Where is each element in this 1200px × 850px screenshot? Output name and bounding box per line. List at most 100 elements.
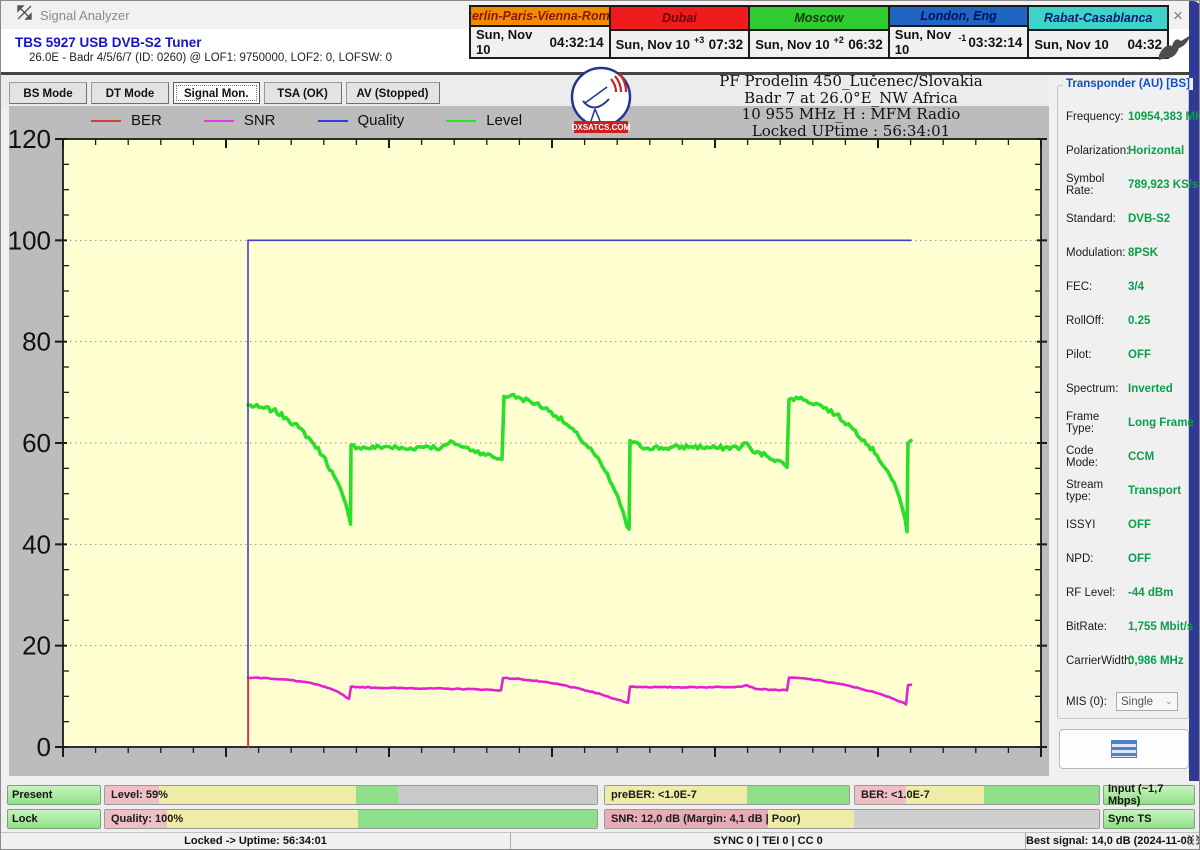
legend-label: Level: [486, 112, 523, 129]
field-label: ISSYI: [1066, 519, 1096, 531]
mis-label: MIS (0):: [1066, 695, 1107, 708]
field-label: Spectrum:: [1066, 383, 1119, 395]
field-label: FEC:: [1066, 281, 1093, 293]
button-av-stopped[interactable]: AV (Stopped): [345, 82, 440, 104]
resize-grip[interactable]: [1187, 834, 1199, 846]
field-value: OFF: [1128, 349, 1151, 361]
legend-label: SNR: [243, 112, 276, 129]
clock-time: 07:32: [708, 36, 744, 52]
button-signal-mon[interactable]: Signal Mon.: [173, 82, 260, 104]
bar-label: Quality: 100%: [111, 813, 184, 825]
button-tsa-ok[interactable]: TSA (OK): [263, 82, 342, 104]
signal-chart: 0 20 40 60 80 100 120: [9, 124, 1047, 762]
bar-label: SNR: 12,0 dB (Margin: 4,1 dB | Poor): [611, 813, 801, 825]
field-value: Inverted: [1128, 383, 1173, 395]
bar-segment: [854, 810, 1099, 828]
clock-date: Sun, Nov 10: [476, 27, 533, 57]
field-label: Stream type:: [1066, 479, 1104, 503]
transponder-field-pilot: Pilot: OFF: [1066, 342, 1182, 368]
chart-panel: 0 20 40 60 80 100 120 BER SNR Quality Level: [9, 106, 1049, 776]
button-bs-mode[interactable]: BS Mode: [9, 82, 87, 104]
transponder-group: Frequency: 10954,383 MHz Polarization:Hori…: [1057, 85, 1199, 719]
legend-swatch-quality: [317, 119, 348, 122]
transponder-field-rf-level: RF Level: -44 dBm: [1066, 580, 1182, 606]
field-value: 1,755 Mbit/s: [1128, 621, 1194, 633]
clock-dubai: Dubai Sun, Nov 10 +3 07:32: [608, 7, 749, 57]
clock-city-label: London, Eng: [889, 7, 1028, 27]
field-label: NPD:: [1066, 553, 1094, 565]
legend-swatch-level: [446, 119, 477, 122]
field-value: CCM: [1128, 451, 1155, 463]
eagle-logo: [1157, 33, 1193, 66]
field-value: 0.25: [1128, 315, 1151, 327]
clock-city-label: Rabat-Casablanca: [1029, 7, 1167, 31]
mis-dropdown[interactable]: Single ⌄: [1116, 692, 1178, 711]
clock-rabat-casablanca: Rabat-Casablanca Sun, Nov 10 04:32: [1027, 7, 1167, 57]
statusbar-sync-counters: SYNC 0 | TEI 0 | CC 0: [511, 833, 1026, 849]
transponder-field-carrierwidth: CarrierWidth: 0,986 MHz: [1066, 648, 1184, 674]
site-line-2: Badr 7 at 26.0°E_NW Africa: [744, 88, 958, 107]
field-value: OFF: [1128, 519, 1151, 531]
transponder-field-symbol-rate: Symbol Rate: 789,923 KS/s: [1066, 172, 1198, 198]
field-value: 0,986 MHz: [1128, 655, 1184, 667]
svg-text:DXSATCS.COM: DXSATCS.COM: [572, 123, 631, 132]
status-box-present: Present: [7, 785, 101, 805]
clock-time: 04:32:14: [549, 34, 604, 50]
clock-time-row: Sun, Nov 10 04:32:14: [471, 27, 609, 57]
field-value: 3/4: [1128, 281, 1144, 293]
field-value: Horizontal: [1128, 145, 1185, 157]
svg-text:120: 120: [9, 124, 51, 154]
mode-toolbar: BS Mode DT Mode Signal Mon. TSA (OK) AV (Sto…: [9, 82, 440, 104]
site-line-3: 10 955 MHz_H : MFM Radio: [741, 105, 961, 123]
dxsatcs-logo: DXSATCS.COM: [567, 65, 635, 142]
clock-date: Sun, Nov 10: [1034, 36, 1109, 52]
status-bar-level: Level: 59%: [104, 785, 598, 805]
svg-text:0: 0: [37, 732, 51, 762]
status-bar: Locked -> Uptime: 56:34:01 SYNC 0 | TEI …: [1, 832, 1199, 849]
field-label: BitRate:: [1066, 621, 1107, 633]
status-bar-quality: Quality: 100%: [104, 809, 598, 829]
bar-segment: [984, 786, 1099, 804]
status-bar-ber: BER: <1.0E-7: [854, 785, 1100, 805]
clock-time: 06:32: [848, 36, 883, 52]
clock-date: Sun, Nov 10: [615, 36, 691, 52]
stream-list-button[interactable]: [1059, 729, 1189, 769]
transponder-field-frequency: Frequency: 10954,383 MHz: [1066, 104, 1199, 130]
window-title: Signal Analyzer: [40, 7, 130, 23]
clock-date: Sun, Nov 10: [894, 27, 952, 57]
transponder-field-issyi: ISSYI OFF: [1066, 512, 1182, 538]
clock-moscow: Moscow Sun, Nov 10 +2 06:32: [748, 7, 888, 57]
field-value: -44 dBm: [1128, 587, 1174, 599]
transponder-field-code-mode: Code Mode: CCM: [1066, 444, 1182, 470]
site-line-1: PF Prodelin 450_Lučenec/Slovakia: [719, 72, 983, 90]
field-label: Code Mode:: [1066, 445, 1098, 469]
clock-date: Sun, Nov 10: [755, 36, 830, 52]
field-value: DVB-S2: [1128, 213, 1171, 225]
clock-city-label: Dubai: [610, 7, 749, 31]
status-box-input: Input (~1,7 Mbps): [1103, 783, 1195, 807]
bar-segment: [159, 786, 356, 804]
field-label: RF Level:: [1066, 587, 1116, 599]
field-value: OFF: [1128, 553, 1151, 565]
svg-text:40: 40: [22, 529, 51, 559]
field-value: Transport: [1128, 485, 1182, 497]
statusbar-lock-uptime: Locked -> Uptime: 56:34:01: [1, 833, 511, 849]
bar-label: Level: 59%: [111, 789, 168, 801]
field-label: Standard:: [1066, 213, 1116, 225]
clock-city-label: Moscow: [750, 7, 888, 31]
svg-text:60: 60: [22, 428, 51, 458]
clock-utc-offset: +3: [694, 35, 705, 45]
button-dt-mode[interactable]: DT Mode: [91, 82, 169, 104]
svg-text:80: 80: [22, 327, 51, 357]
site-info: PF Prodelin 450_Lučenec/Slovakia Badr 7 …: [651, 73, 1051, 139]
clock-time-row: Sun, Nov 10 +2 06:32: [750, 31, 888, 57]
legend-item-level: Level: [446, 112, 522, 129]
transponder-field-frame-type: Frame Type: Long Frame: [1066, 410, 1194, 436]
transponder-field-standard: Standard: DVB-S2: [1066, 206, 1182, 232]
close-icon[interactable]: ×: [1173, 7, 1183, 24]
status-row-2: Lock Quality: 100% SNR: 12,0 dB (Margin: 4…: [1, 809, 1199, 829]
field-label: CarrierWidth:: [1066, 655, 1134, 667]
transponder-field-rolloff: RollOff: 0.25: [1066, 308, 1182, 334]
app-icon: [17, 5, 32, 25]
clock-time-row: Sun, Nov 10 04:32: [1029, 31, 1167, 57]
